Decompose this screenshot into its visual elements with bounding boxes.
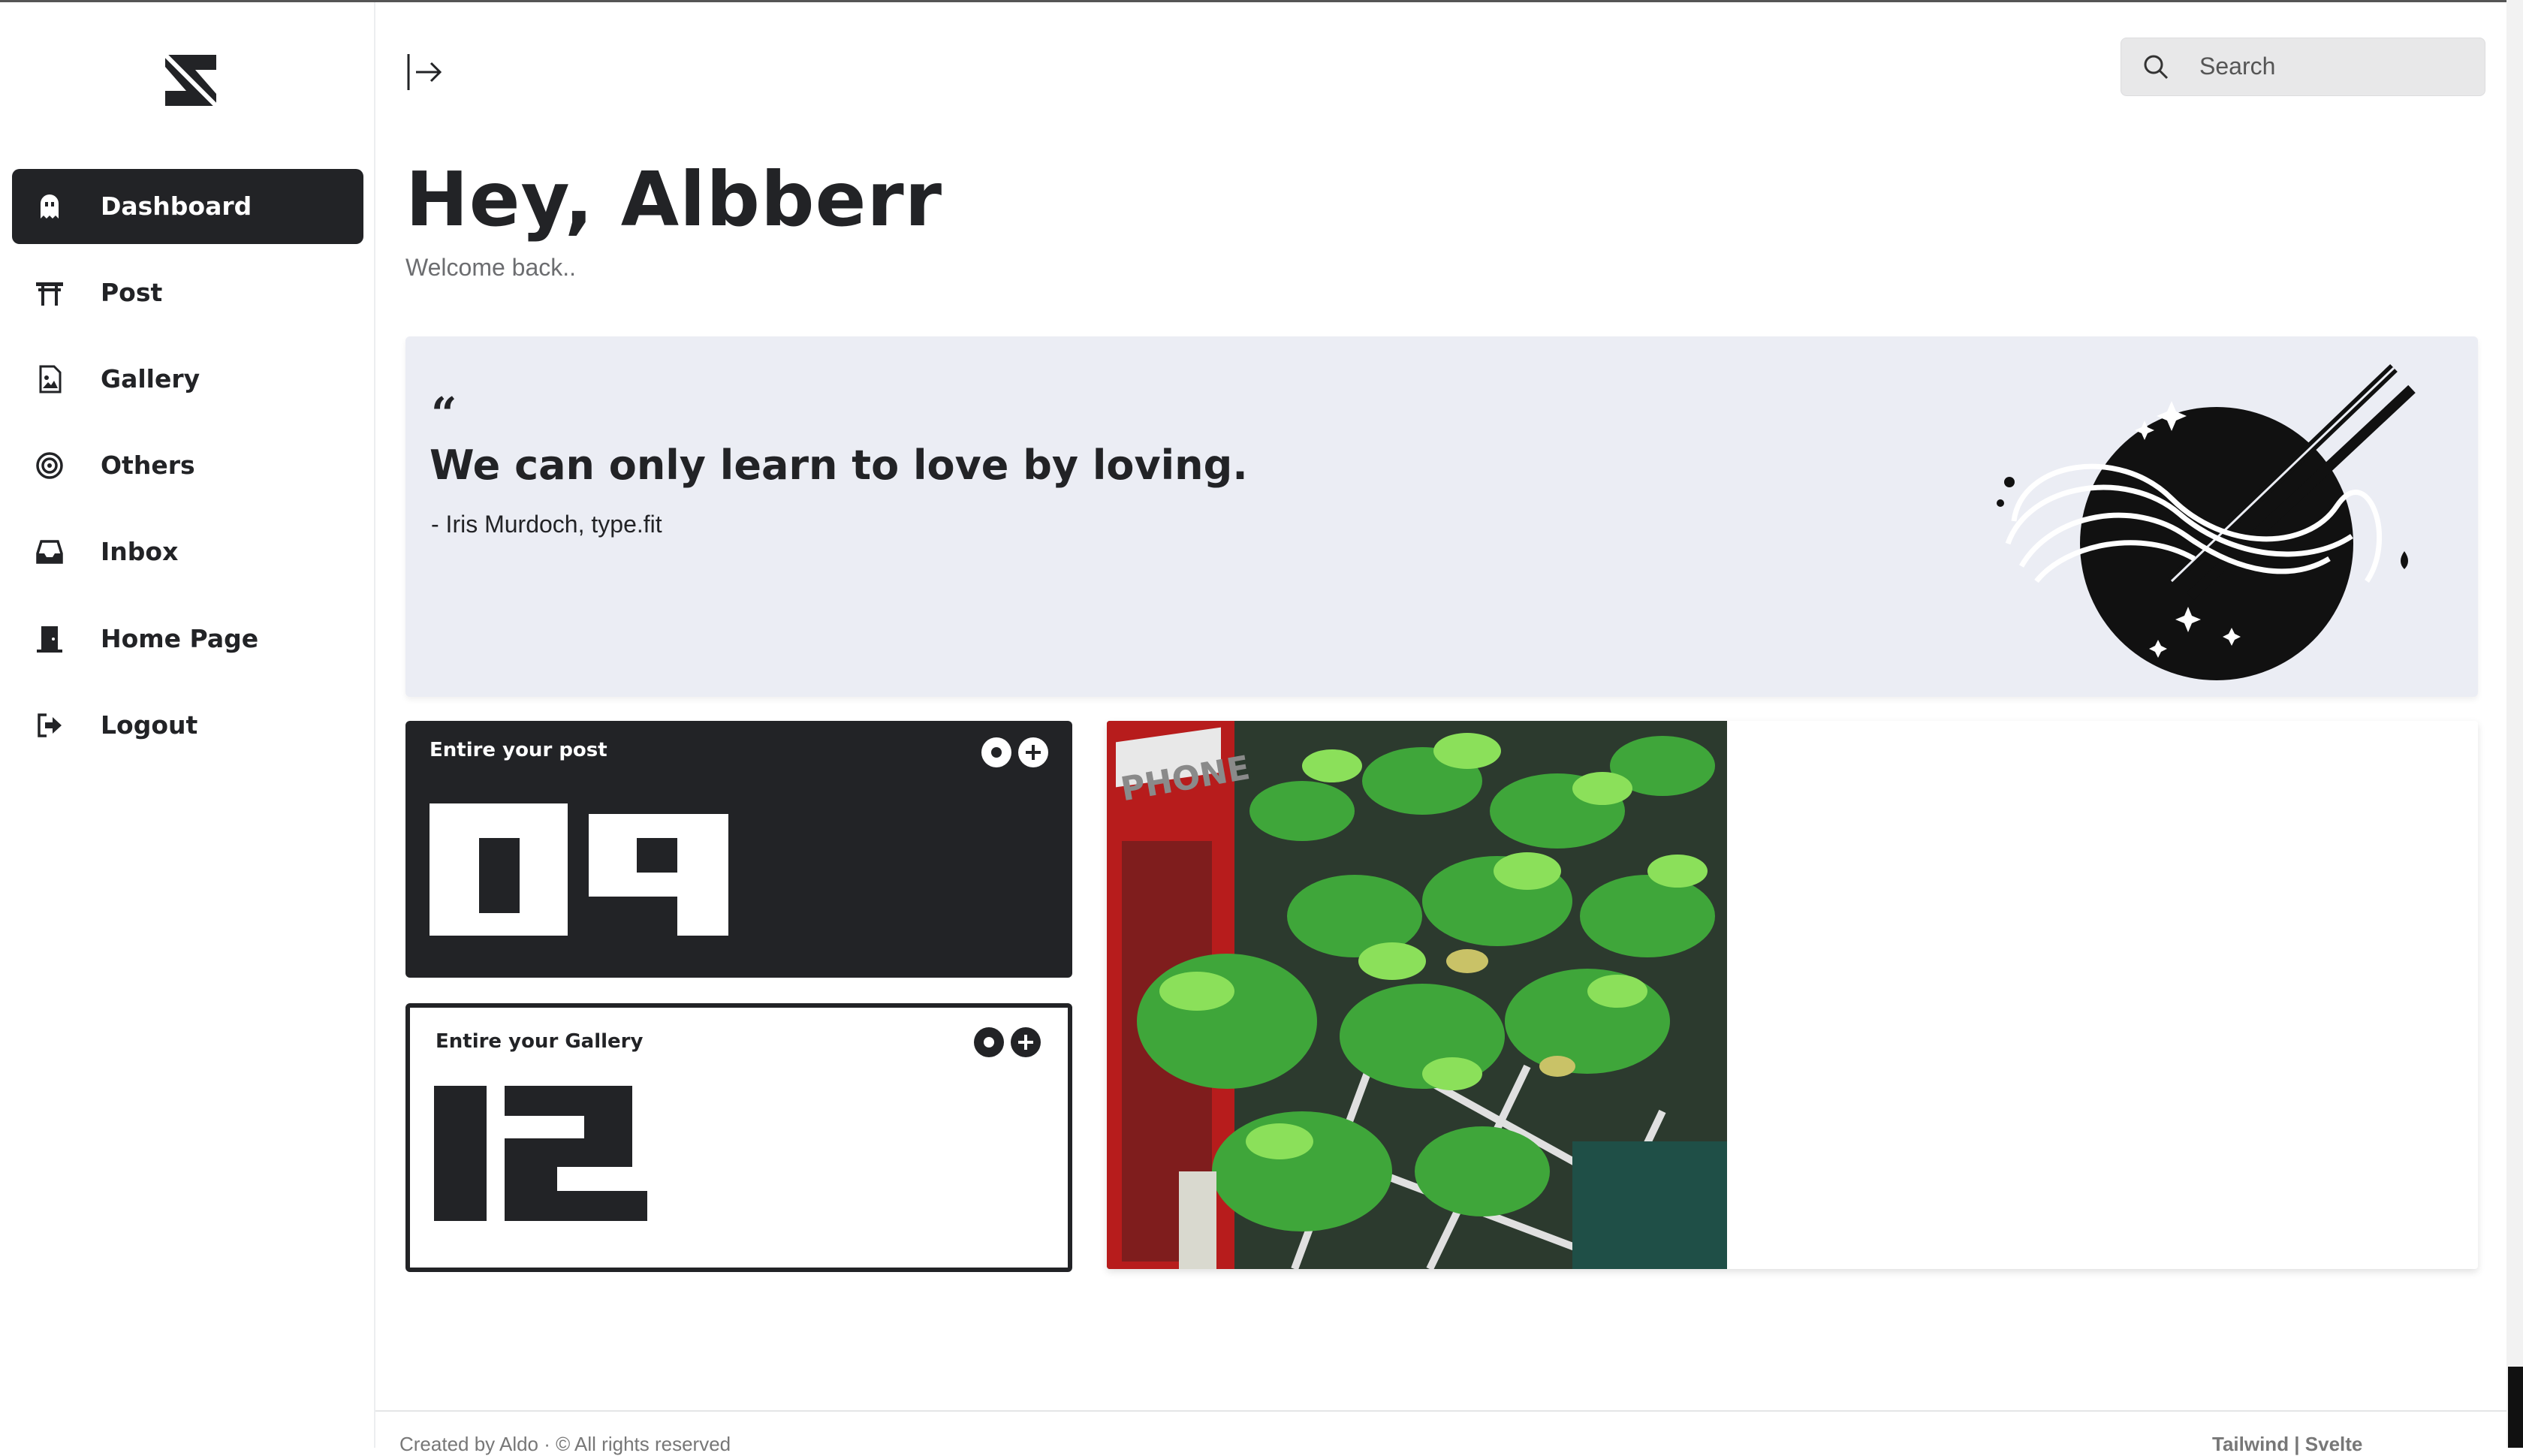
door-icon xyxy=(37,626,62,653)
sidebar-item-dashboard[interactable]: Dashboard xyxy=(12,169,363,244)
search-icon xyxy=(2144,55,2169,80)
card-action-buttons[interactable] xyxy=(981,736,1050,769)
inbox-icon xyxy=(36,540,63,564)
scrollbar-thumb[interactable] xyxy=(2508,1367,2523,1448)
card-action-buttons[interactable] xyxy=(973,1026,1042,1059)
target-icon xyxy=(36,452,63,479)
quote-text: We can only learn to love by loving. xyxy=(430,442,1248,489)
sidebar-item-home-page[interactable]: Home Page xyxy=(12,601,363,677)
footer-links[interactable]: Tailwind | Svelte xyxy=(2212,1433,2362,1456)
torii-gate-icon xyxy=(36,282,63,306)
ghost-icon xyxy=(41,194,59,219)
sidebar-toggle-icon[interactable] xyxy=(405,51,445,93)
gallery-count-card: Entire your Gallery xyxy=(405,1003,1072,1272)
pixel-number-09 xyxy=(430,803,728,936)
gallery-preview-card: PHONE xyxy=(1107,721,2478,1269)
sidebar-item-inbox[interactable]: Inbox xyxy=(12,514,363,589)
window-top-border xyxy=(0,0,2523,2)
logout-icon xyxy=(38,713,62,737)
sidebar-item-label: Others xyxy=(101,451,195,480)
app-logo xyxy=(163,53,219,108)
sidebar-item-label: Home Page xyxy=(101,624,259,653)
quote-mark: “ xyxy=(431,388,457,441)
sidebar-item-label: Post xyxy=(101,278,163,307)
sidebar-item-label: Gallery xyxy=(101,364,200,393)
welcome-subtitle: Welcome back.. xyxy=(405,254,577,281)
sidebar-item-label: Inbox xyxy=(101,537,179,566)
search-box[interactable] xyxy=(2121,38,2485,96)
sidebar-item-logout[interactable]: Logout xyxy=(12,688,363,763)
footer-divider xyxy=(375,1410,2523,1412)
sidebar-item-label: Logout xyxy=(101,710,198,740)
pixel-number-12 xyxy=(434,1086,647,1221)
sidebar-item-label: Dashboard xyxy=(101,191,252,221)
stat-title: Entire your post xyxy=(430,739,607,761)
stat-title: Entire your Gallery xyxy=(436,1030,644,1053)
search-input[interactable] xyxy=(2199,49,2470,83)
scrollbar-track[interactable] xyxy=(2506,0,2523,1448)
ramen-bowl-illustration xyxy=(1997,363,2416,680)
post-count-card: Entire your post xyxy=(405,721,1072,978)
page-title: Hey, Albberr xyxy=(405,155,943,243)
gallery-photo-phone-booth-plants[interactable]: PHONE xyxy=(1107,721,1727,1269)
footer-credit: Created by Aldo · © All rights reserved xyxy=(399,1433,731,1455)
sidebar: Dashboard Post Gallery Others Inbox Home… xyxy=(0,2,375,1448)
quote-card: “ We can only learn to love by loving. -… xyxy=(405,336,2478,697)
quote-author: - Iris Murdoch, type.fit xyxy=(431,511,662,538)
sidebar-item-post[interactable]: Post xyxy=(12,255,363,330)
sidebar-item-gallery[interactable]: Gallery xyxy=(12,342,363,417)
sidebar-item-others[interactable]: Others xyxy=(12,428,363,503)
image-file-icon xyxy=(39,365,62,393)
